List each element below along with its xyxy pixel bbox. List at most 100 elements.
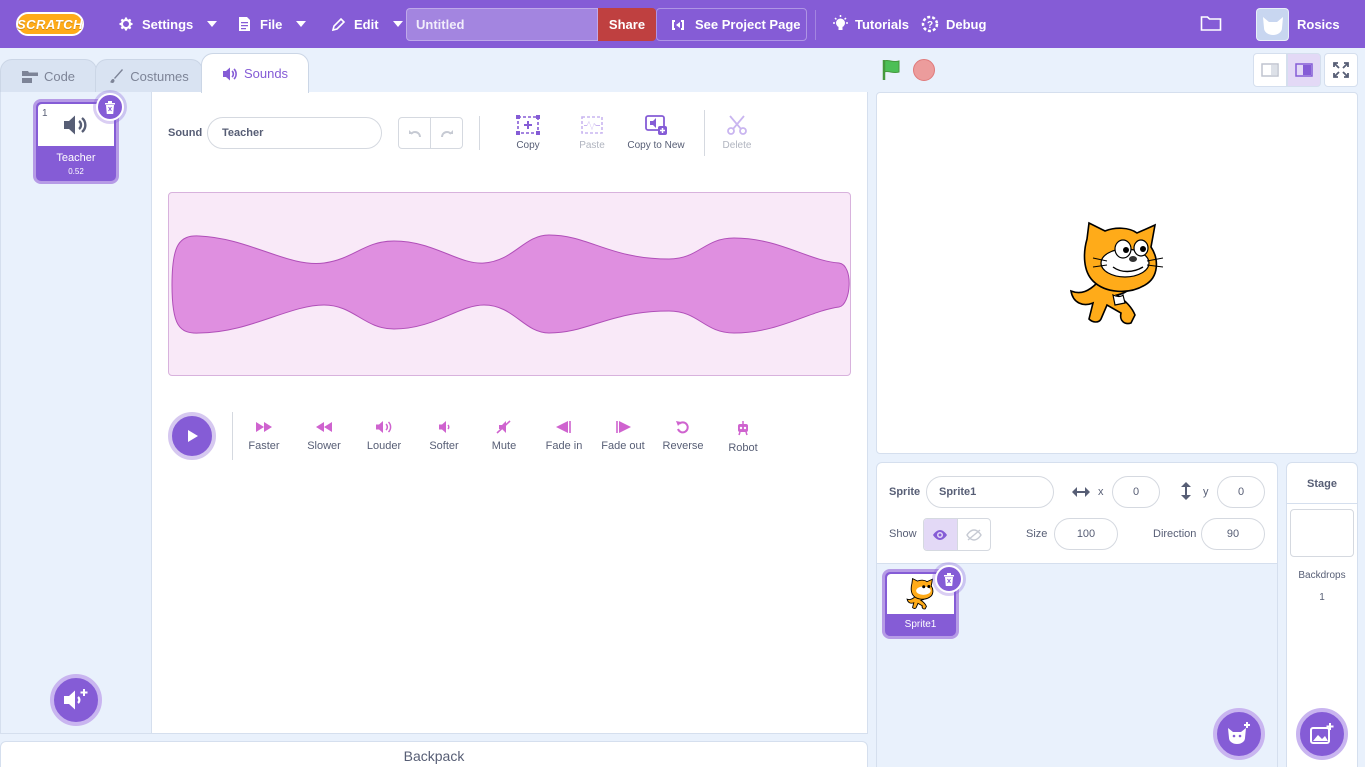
effect-fade-in[interactable]: Fade in <box>534 420 594 452</box>
hide-sprite-button[interactable] <box>958 519 991 550</box>
sound-waveform[interactable] <box>168 192 851 376</box>
robot-icon <box>738 421 748 436</box>
redo-button[interactable] <box>431 118 462 148</box>
sprite-name-label: Sprite <box>889 486 921 498</box>
effect-slower[interactable]: Slower <box>294 420 354 452</box>
file-menu[interactable]: File <box>237 0 307 48</box>
copy-tool[interactable]: Copy <box>494 114 562 151</box>
menu-divider <box>815 10 816 40</box>
direction-label: Direction <box>1153 528 1197 540</box>
undo-redo-group <box>398 117 463 149</box>
tab-costumes[interactable]: Costumes <box>95 59 203 93</box>
effect-label: Robot <box>728 442 758 454</box>
stop-button[interactable] <box>913 59 935 81</box>
delete-sound-button[interactable] <box>96 93 124 121</box>
project-title-input[interactable] <box>406 8 598 41</box>
cat-thumbnail-icon <box>906 578 933 610</box>
horizontal-arrows-icon <box>1072 487 1090 497</box>
edit-menu[interactable]: Edit <box>331 0 403 48</box>
effect-louder[interactable]: Louder <box>354 420 414 452</box>
paste-label: Paste <box>579 140 605 151</box>
sound-name: Teacher <box>56 152 96 164</box>
tutorials-label: Tutorials <box>855 16 909 32</box>
see-project-label: See Project Page <box>695 17 801 32</box>
show-label: Show <box>889 528 917 540</box>
speaker-icon <box>222 67 237 80</box>
copy-icon <box>516 115 540 135</box>
scratch-logo[interactable]: SCRATCH <box>16 12 84 36</box>
see-project-page-button[interactable]: See Project Page <box>656 8 807 41</box>
debug-gear-icon: ? <box>921 15 939 33</box>
backdrops-count: 1 <box>1319 592 1325 603</box>
direction-input[interactable] <box>1201 518 1265 550</box>
stage-thumbnail[interactable] <box>1290 509 1354 557</box>
sound-editor <box>151 92 868 734</box>
scratch-cat-sprite[interactable] <box>1067 221 1167 327</box>
tab-code[interactable]: Code <box>0 59 97 93</box>
small-stage-button[interactable] <box>1253 53 1287 87</box>
add-sound-icon <box>64 689 88 710</box>
file-label: File <box>260 16 283 32</box>
backpack[interactable]: Backpack <box>0 741 868 767</box>
remix-arrows-icon <box>672 19 684 30</box>
effect-robot[interactable]: Robot <box>713 420 773 454</box>
share-button[interactable]: Share <box>598 8 656 41</box>
undo-button[interactable] <box>399 118 431 148</box>
code-blocks-icon <box>21 70 38 83</box>
add-backdrop-icon <box>1310 723 1334 744</box>
effect-label: Louder <box>366 440 402 452</box>
effect-label: Reverse <box>662 440 704 452</box>
effect-label: Slower <box>307 440 341 452</box>
softer-icon <box>439 421 450 433</box>
delete-sprite-button[interactable] <box>935 565 963 593</box>
sprite-tile-name: Sprite1 <box>904 619 937 630</box>
y-input[interactable] <box>1217 476 1265 508</box>
normal-stage-button[interactable] <box>1287 53 1321 87</box>
y-label: y <box>1203 486 1209 498</box>
effect-faster[interactable]: Faster <box>234 420 294 452</box>
svg-text:?: ? <box>927 20 933 31</box>
cat-face-icon <box>1262 16 1283 35</box>
copy-to-new-icon <box>645 115 667 135</box>
effect-reverse[interactable]: Reverse <box>653 420 713 452</box>
effect-mute[interactable]: Mute <box>474 420 534 452</box>
lightbulb-icon <box>833 15 848 30</box>
tab-sounds[interactable]: Sounds <box>201 53 309 93</box>
pencil-icon <box>331 17 346 31</box>
delete-tool[interactable]: Delete <box>703 114 771 151</box>
play-sound-button[interactable] <box>168 412 216 460</box>
folder-icon[interactable] <box>1200 14 1222 32</box>
chevron-down-icon <box>392 21 403 27</box>
effect-label: Softer <box>429 440 459 452</box>
add-backdrop-button[interactable] <box>1296 708 1348 760</box>
settings-menu[interactable]: Settings <box>118 0 218 48</box>
vertical-arrows-icon <box>1181 482 1191 500</box>
debug-button[interactable]: ? Debug <box>920 0 986 48</box>
effects-divider <box>232 412 233 460</box>
tab-costumes-label: Costumes <box>130 69 189 84</box>
account-menu[interactable]: Rosics <box>1256 8 1348 41</box>
effect-softer[interactable]: Softer <box>414 420 474 452</box>
trash-icon <box>944 572 954 586</box>
stage-canvas[interactable] <box>876 92 1358 454</box>
copy-to-new-tool[interactable]: Copy to New <box>622 114 690 151</box>
x-input[interactable] <box>1112 476 1160 508</box>
add-sprite-button[interactable] <box>1213 708 1265 760</box>
paste-tool[interactable]: Paste <box>558 114 626 151</box>
size-label: Size <box>1026 528 1048 540</box>
effect-fade-out[interactable]: Fade out <box>593 420 653 452</box>
show-sprite-button[interactable] <box>924 519 958 550</box>
size-input[interactable] <box>1054 518 1118 550</box>
redo-icon <box>440 130 453 138</box>
mute-icon <box>496 420 511 434</box>
effect-label: Mute <box>491 440 517 452</box>
sprite-name-input[interactable] <box>926 476 1054 508</box>
tutorials-button[interactable]: Tutorials <box>832 0 909 48</box>
green-flag-icon[interactable] <box>880 58 904 82</box>
visibility-toggle <box>923 518 991 551</box>
delete-label: Delete <box>722 140 752 151</box>
fullscreen-button[interactable] <box>1324 53 1358 87</box>
add-sound-button[interactable] <box>50 674 102 726</box>
eye-slash-icon <box>965 528 982 541</box>
sound-name-input[interactable] <box>207 117 382 149</box>
